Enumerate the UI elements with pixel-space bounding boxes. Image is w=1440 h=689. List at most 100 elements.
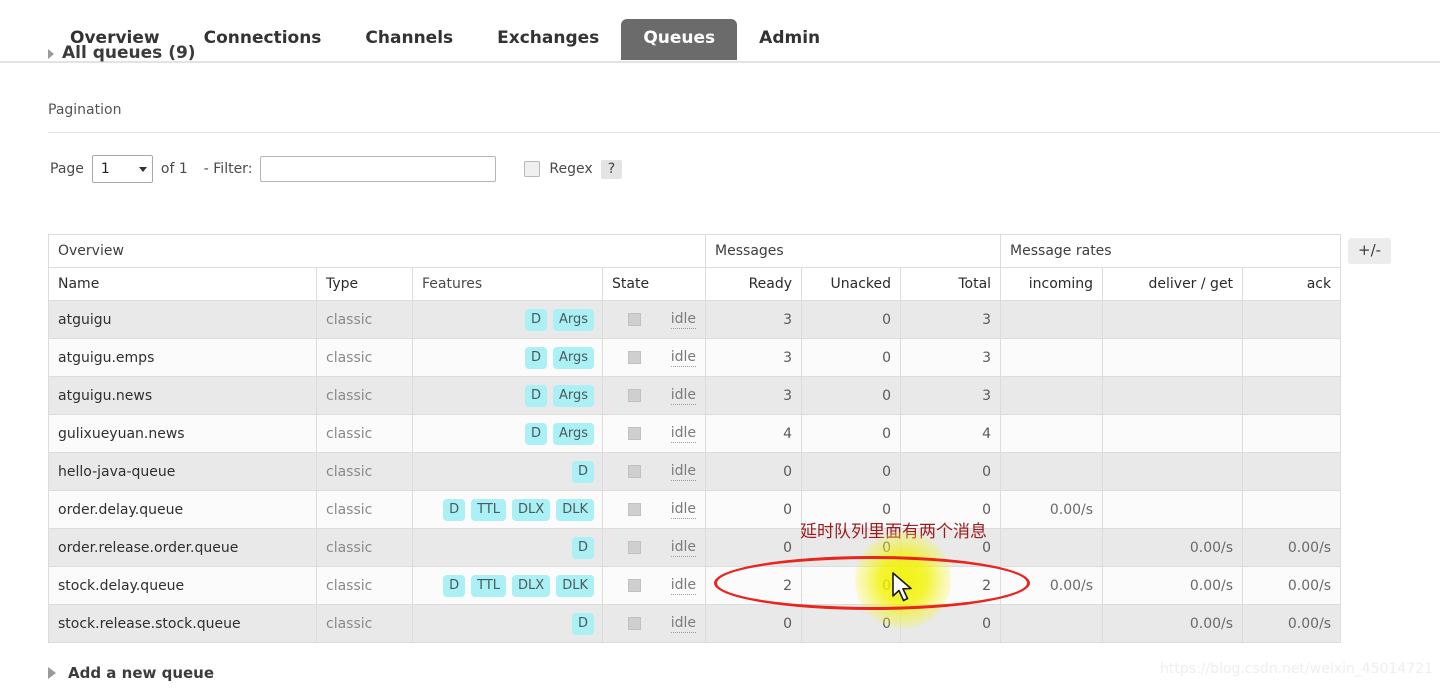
rate-incoming bbox=[1000, 338, 1104, 377]
table-row[interactable]: stock.release.stock.queue classic Didle 0 0 0… bbox=[48, 604, 1342, 643]
queue-name-link[interactable]: stock.release.stock.queue bbox=[48, 604, 317, 643]
feature-tag-d: D bbox=[571, 612, 594, 635]
feature-tag-dlk: DLK bbox=[556, 498, 594, 521]
table-row[interactable]: gulixueyuan.news classic D Args idle 4 0 4 bbox=[48, 414, 1342, 453]
messages-unacked: 0 bbox=[801, 338, 902, 377]
nav-underline bbox=[0, 61, 1440, 63]
state-label: idle bbox=[670, 614, 697, 633]
top-navigation-bar: Overview Connections Channels Exchanges Queu… bbox=[0, 0, 1440, 63]
table-row[interactable]: atguigu classic D Args idle 3 0 3 bbox=[48, 300, 1342, 339]
queue-features: D bbox=[412, 604, 603, 643]
queue-name-link[interactable]: atguigu.news bbox=[48, 376, 317, 415]
messages-total: 0 bbox=[900, 604, 1002, 643]
page-number-select[interactable]: 1 bbox=[91, 155, 153, 183]
rate-ack bbox=[1242, 490, 1342, 529]
queue-state: idle bbox=[601, 490, 707, 529]
rate-ack: 0.00/s bbox=[1242, 604, 1342, 643]
messages-total: 2 bbox=[900, 566, 1002, 605]
feature-tag-args: Args bbox=[552, 346, 594, 369]
feature-tag-ttl: TTL bbox=[471, 498, 507, 521]
column-header-type[interactable]: Type bbox=[316, 267, 413, 301]
regex-label: Regex bbox=[549, 161, 593, 177]
column-header-state[interactable]: State bbox=[601, 267, 707, 301]
table-row[interactable]: order.delay.queue classic D TTL DLX DLK idle 0 0… bbox=[48, 490, 1342, 529]
messages-ready: 4 bbox=[705, 414, 803, 453]
state-indicator-icon bbox=[627, 465, 641, 478]
pagination-title: Pagination bbox=[48, 102, 122, 118]
column-header-ready[interactable]: Ready bbox=[705, 267, 803, 301]
table-row[interactable]: atguigu.news classic D Args idle 3 0 3 bbox=[48, 376, 1342, 415]
feature-tag-d: D bbox=[571, 460, 594, 483]
filter-input[interactable] bbox=[260, 156, 497, 182]
column-header-name[interactable]: Name bbox=[48, 267, 317, 301]
feature-tag-dlx: DLX bbox=[512, 574, 551, 597]
messages-ready: 0 bbox=[705, 490, 803, 529]
all-queues-heading[interactable]: All queues (9) bbox=[48, 44, 196, 62]
add-new-queue-section[interactable]: Add a new queue bbox=[48, 664, 214, 682]
queue-name-link[interactable]: order.release.order.queue bbox=[48, 528, 317, 567]
column-header-deliver-get[interactable]: deliver / get bbox=[1102, 267, 1244, 301]
messages-ready: 3 bbox=[705, 300, 803, 339]
queue-type: classic bbox=[316, 376, 413, 415]
queue-name-link[interactable]: order.delay.queue bbox=[48, 490, 317, 529]
pagination-controls: Page 1 of 1 - Filter: Regex ? bbox=[50, 154, 623, 184]
pagination-divider bbox=[48, 132, 1440, 133]
state-label: idle bbox=[670, 310, 697, 329]
rate-ack bbox=[1242, 338, 1342, 377]
table-row[interactable]: stock.delay.queue classic D TTL DLX DLK idle 2 0… bbox=[48, 566, 1342, 605]
chevron-down-icon bbox=[138, 166, 147, 172]
rate-incoming bbox=[1000, 300, 1104, 339]
nav-tab-exchanges[interactable]: Exchanges bbox=[475, 19, 621, 60]
queue-features: D Args bbox=[412, 414, 603, 453]
queue-state: idle bbox=[601, 300, 707, 339]
state-indicator-icon bbox=[627, 617, 641, 630]
nav-tab-queues[interactable]: Queues bbox=[621, 19, 738, 60]
queue-state: idle bbox=[601, 528, 707, 567]
nav-tab-channels[interactable]: Channels bbox=[343, 19, 475, 60]
rate-deliver-get: 0.00/s bbox=[1102, 604, 1244, 643]
feature-tag-args: Args bbox=[552, 308, 594, 331]
table-row[interactable]: hello-java-queue classic Didle 0 0 0 bbox=[48, 452, 1342, 491]
queue-type: classic bbox=[316, 300, 413, 339]
column-header-ack[interactable]: ack bbox=[1242, 267, 1342, 301]
watermark: https://blog.csdn.net/weixin_45014721 bbox=[1160, 661, 1434, 677]
messages-unacked: 0 bbox=[801, 566, 902, 605]
rate-deliver-get bbox=[1102, 452, 1244, 491]
feature-tag-d: D bbox=[524, 308, 547, 331]
regex-help-button[interactable]: ? bbox=[600, 159, 623, 179]
column-header-total[interactable]: Total bbox=[900, 267, 1002, 301]
messages-unacked: 0 bbox=[801, 300, 902, 339]
queue-name-link[interactable]: stock.delay.queue bbox=[48, 566, 317, 605]
queue-features: D Args bbox=[412, 338, 603, 377]
rate-deliver-get bbox=[1102, 414, 1244, 453]
add-new-queue-label: Add a new queue bbox=[68, 664, 215, 682]
column-header-incoming[interactable]: incoming bbox=[1000, 267, 1104, 301]
table-row[interactable]: atguigu.emps classic D Args idle 3 0 3 bbox=[48, 338, 1342, 377]
nav-tab-connections[interactable]: Connections bbox=[182, 19, 344, 60]
rate-incoming bbox=[1000, 528, 1104, 567]
feature-tag-d: D bbox=[571, 536, 594, 559]
toggle-columns-button[interactable]: +/- bbox=[1348, 238, 1392, 264]
rate-ack: 0.00/s bbox=[1242, 566, 1342, 605]
state-indicator-icon bbox=[627, 541, 641, 554]
queue-type: classic bbox=[316, 414, 413, 453]
column-header-features[interactable]: Features bbox=[412, 267, 603, 301]
messages-ready: 3 bbox=[705, 376, 803, 415]
feature-tag-d: D bbox=[524, 422, 547, 445]
all-queues-label: All queues (9) bbox=[62, 44, 196, 62]
nav-tab-admin[interactable]: Admin bbox=[737, 19, 842, 60]
queue-features: D bbox=[412, 452, 603, 491]
queue-name-link[interactable]: atguigu bbox=[48, 300, 317, 339]
rate-deliver-get: 0.00/s bbox=[1102, 528, 1244, 567]
queue-name-link[interactable]: gulixueyuan.news bbox=[48, 414, 317, 453]
table-group-header-row: Overview Messages Message rates bbox=[47, 234, 1342, 268]
queue-name-link[interactable]: atguigu.emps bbox=[48, 338, 317, 377]
queue-state: idle bbox=[601, 566, 707, 605]
queue-name-link[interactable]: hello-java-queue bbox=[48, 452, 317, 491]
messages-total: 0 bbox=[900, 528, 1002, 567]
regex-checkbox[interactable] bbox=[524, 161, 541, 177]
table-row[interactable]: order.release.order.queue classic Didle 0 0 0… bbox=[48, 528, 1342, 567]
column-header-unacked[interactable]: Unacked bbox=[801, 267, 902, 301]
state-label: idle bbox=[670, 348, 697, 367]
filter-label: - Filter: bbox=[203, 161, 253, 177]
